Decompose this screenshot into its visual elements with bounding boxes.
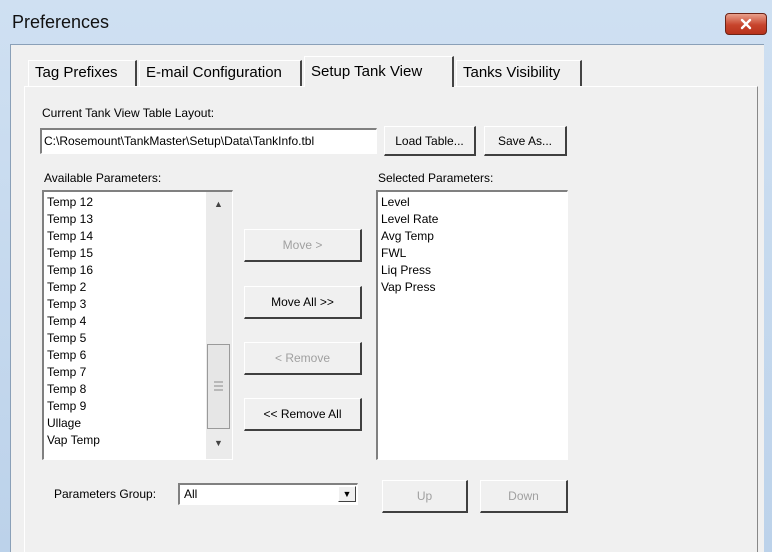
grip-icon — [214, 381, 223, 391]
list-item[interactable]: Vap Press — [378, 279, 564, 296]
selected-parameters-list[interactable]: Level Level Rate Avg Temp FWL Liq Press … — [376, 190, 568, 460]
tab-tanks-visibility[interactable]: Tanks Visibility — [456, 60, 582, 86]
parameters-group-label: Parameters Group: — [54, 487, 157, 501]
list-item[interactable]: Temp 9 — [44, 398, 204, 415]
move-all-button[interactable]: Move All >> — [244, 286, 362, 319]
list-item[interactable]: Temp 4 — [44, 313, 204, 330]
list-item[interactable]: Vap Temp — [44, 432, 204, 449]
move-button[interactable]: Move > — [244, 229, 362, 262]
list-item[interactable]: Liq Press — [378, 262, 564, 279]
layout-path-field[interactable]: C:\Rosemount\TankMaster\Setup\Data\TankI… — [40, 128, 377, 154]
list-item[interactable]: Temp 14 — [44, 228, 204, 245]
down-button[interactable]: Down — [480, 480, 568, 513]
scroll-down-arrow-icon[interactable]: ▼ — [214, 438, 223, 448]
remove-button[interactable]: < Remove — [244, 342, 362, 375]
list-item[interactable]: Temp 2 — [44, 279, 204, 296]
list-item[interactable]: Temp 3 — [44, 296, 204, 313]
available-parameters-label: Available Parameters: — [44, 171, 162, 185]
available-parameters-list[interactable]: Temp 12 Temp 13 Temp 14 Temp 15 Temp 16 … — [42, 190, 233, 460]
list-item[interactable]: Avg Temp — [378, 228, 564, 245]
parameters-group-value: All — [184, 487, 198, 501]
list-item[interactable]: Temp 6 — [44, 347, 204, 364]
dropdown-button[interactable]: ▼ — [338, 486, 356, 502]
list-item[interactable]: Temp 16 — [44, 262, 204, 279]
list-item[interactable]: Level Rate — [378, 211, 564, 228]
list-item[interactable]: Ullage — [44, 415, 204, 432]
close-button[interactable] — [725, 13, 767, 35]
available-scrollbar[interactable]: ▲ ▼ — [206, 192, 232, 459]
save-as-button[interactable]: Save As... — [484, 126, 567, 156]
list-item[interactable]: Temp 12 — [44, 194, 204, 211]
tab-email-configuration[interactable]: E-mail Configuration — [139, 60, 302, 86]
list-item[interactable]: Temp 8 — [44, 381, 204, 398]
available-items: Temp 12 Temp 13 Temp 14 Temp 15 Temp 16 … — [44, 194, 204, 449]
preferences-window: Preferences Tag Prefixes E-mail Configur… — [0, 0, 772, 552]
list-item[interactable]: Temp 5 — [44, 330, 204, 347]
current-layout-label: Current Tank View Table Layout: — [42, 106, 215, 120]
list-item[interactable]: Temp 13 — [44, 211, 204, 228]
tab-tag-prefixes[interactable]: Tag Prefixes — [28, 60, 137, 86]
title-bar[interactable]: Preferences — [0, 0, 772, 44]
list-item[interactable]: Temp 7 — [44, 364, 204, 381]
list-item[interactable]: FWL — [378, 245, 564, 262]
parameters-group-select[interactable]: All ▼ — [178, 483, 358, 505]
tab-setup-tank-view[interactable]: Setup Tank View — [304, 56, 454, 87]
selected-items: Level Level Rate Avg Temp FWL Liq Press … — [378, 194, 564, 296]
list-item[interactable]: Temp 15 — [44, 245, 204, 262]
load-table-button[interactable]: Load Table... — [384, 126, 476, 156]
remove-all-button[interactable]: << Remove All — [244, 398, 362, 431]
list-item[interactable]: Level — [378, 194, 564, 211]
scrollbar-thumb[interactable] — [207, 344, 230, 429]
scroll-up-arrow-icon[interactable]: ▲ — [214, 199, 223, 209]
up-button[interactable]: Up — [382, 480, 468, 513]
close-icon — [740, 18, 752, 30]
chevron-down-icon: ▼ — [342, 489, 352, 499]
window-title: Preferences — [12, 12, 110, 32]
selected-parameters-label: Selected Parameters: — [378, 171, 494, 185]
